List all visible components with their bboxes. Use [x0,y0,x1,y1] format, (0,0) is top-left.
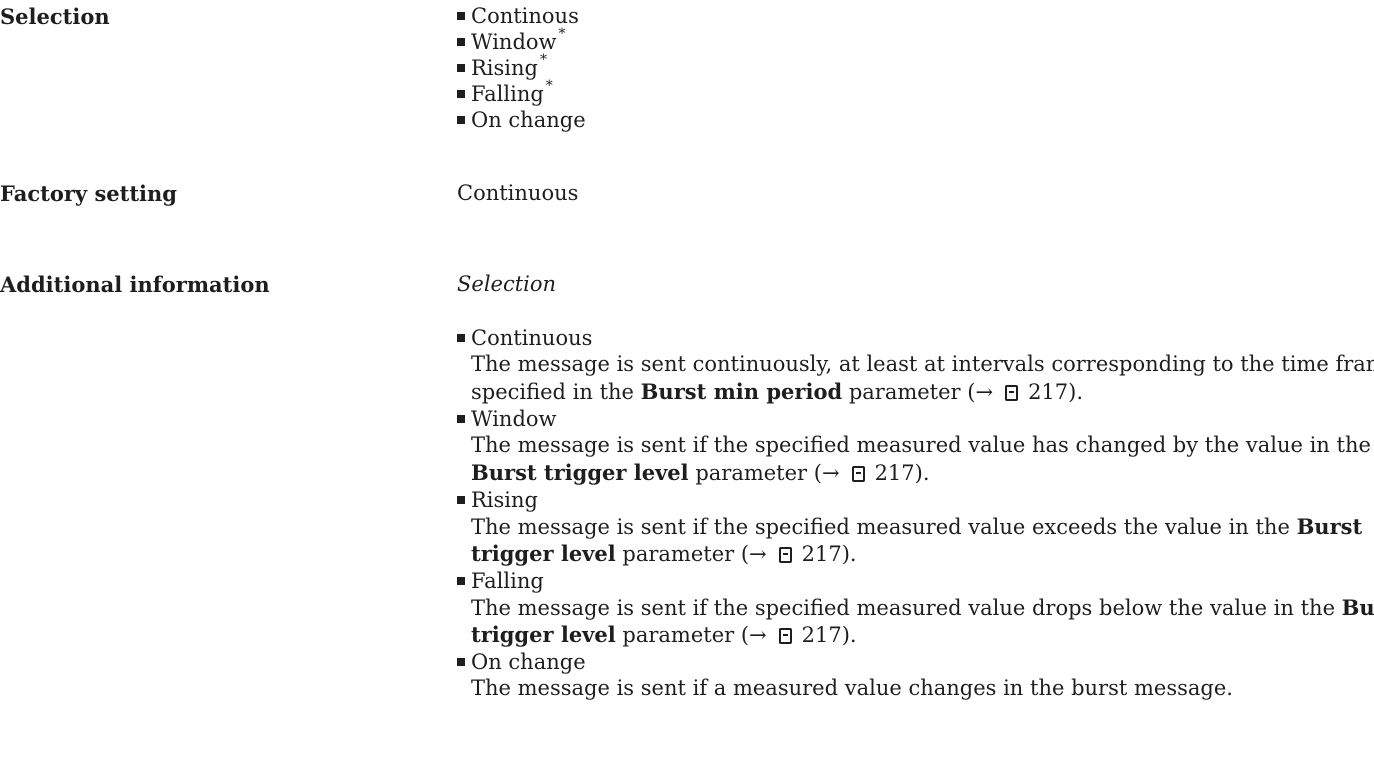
footnote-star: * [545,78,553,94]
book-page-icon [1005,385,1019,401]
page-ref[interactable]: 217). [802,542,857,566]
book-page-icon [778,628,792,644]
page-ref[interactable]: 217). [802,623,857,647]
bullet-icon [457,415,465,423]
factory-setting-label: Factory setting [0,181,177,206]
item-description: The message is sent continuously, at lea… [471,352,1374,376]
list-item: Falling [457,569,544,593]
factory-setting-value: Continuous [457,181,579,205]
bullet-icon [457,334,465,342]
selection-label: Selection [0,4,110,29]
selection-option: Rising * [457,52,547,80]
item-description: trigger level parameter (→ 217). [471,622,857,647]
item-description: The message is sent if the specified mea… [471,595,1374,620]
item-description: specified in the Burst min period parame… [471,379,1084,404]
bullet-icon [457,116,465,124]
parameter-ref: Burst min period [640,379,843,404]
item-description: The message is sent if the specified mea… [471,514,1363,539]
selection-option: Falling * [457,78,553,106]
selection-option: On change [457,108,586,132]
parameter-ref: Burst trigger level [471,460,689,485]
parameter-ref: Burst [1296,514,1363,539]
item-description: The message is sent if a measured value … [471,676,1233,700]
additional-info-subheading: Selection [457,272,557,296]
footnote-star: * [558,26,566,42]
book-page-icon [778,547,792,563]
item-description: The message is sent if the specified mea… [471,433,1371,457]
additional-info-label: Additional information [0,272,270,297]
footnote-star: * [540,52,547,68]
page-ref[interactable]: 217). [875,461,930,485]
book-page-icon [851,466,865,482]
parameter-ref: trigger level [471,622,616,647]
item-description: trigger level parameter (→ 217). [471,541,857,566]
bullet-icon [457,577,465,585]
bullet-icon [457,496,465,504]
list-item: On change [457,650,586,674]
list-item: Rising [457,488,538,512]
bullet-icon [457,90,465,98]
list-item: Continuous [457,326,592,350]
bullet-icon [457,12,465,20]
list-item: Window [457,407,557,431]
parameter-ref: Burst [1341,595,1374,620]
parameter-ref: trigger level [471,541,616,566]
item-description: Burst trigger level parameter (→ 217). [471,460,930,485]
bullet-icon [457,64,465,72]
page-ref[interactable]: 217). [1028,380,1083,404]
selection-option: Continous [457,4,579,28]
selection-option: Window * [457,26,566,54]
bullet-icon [457,658,465,666]
bullet-icon [457,38,465,46]
